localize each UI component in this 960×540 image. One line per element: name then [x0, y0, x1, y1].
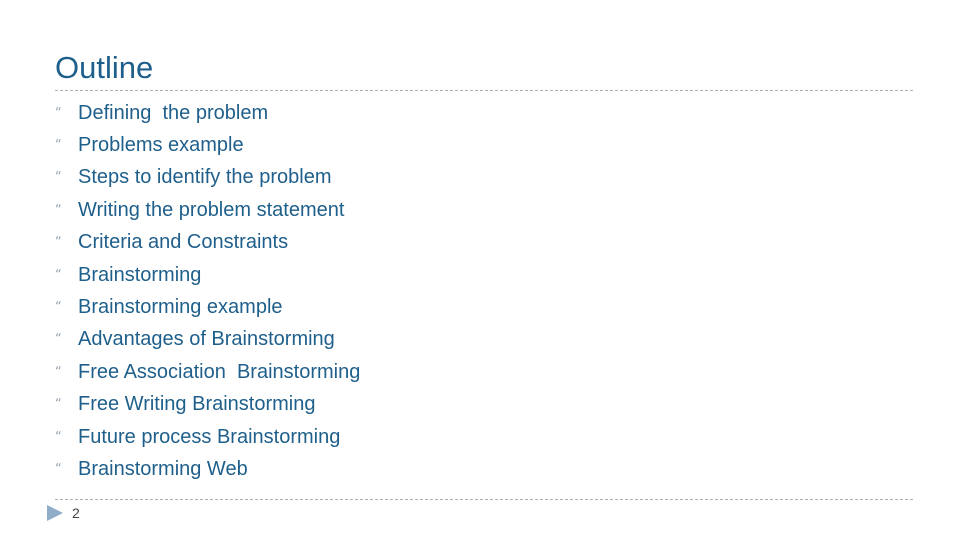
list-item-label: Writing the problem statement	[78, 198, 345, 221]
list-item: “ Free Association Brainstorming	[55, 356, 360, 388]
list-item: “ Free Writing Brainstorming	[55, 389, 360, 421]
page-number: 2	[72, 505, 80, 521]
quote-bullet-icon: “	[55, 332, 62, 348]
title-divider	[55, 90, 913, 91]
triangle-arrow-icon	[47, 505, 63, 521]
list-item: “ Defining the problem	[55, 97, 360, 129]
list-item-label: Brainstorming	[78, 263, 202, 286]
footer-divider	[55, 499, 913, 500]
quote-bullet-icon: “	[55, 267, 62, 283]
list-item-label: Free Writing Brainstorming	[78, 393, 316, 416]
quote-bullet-icon: “	[55, 105, 62, 121]
list-item-label: Criteria and Constraints	[78, 231, 289, 254]
quote-bullet-icon: “	[55, 429, 62, 445]
list-item: “ Future process Brainstorming	[55, 421, 360, 453]
list-item: “ Brainstorming Web	[55, 453, 360, 485]
list-item-label: Problems example	[78, 134, 244, 157]
list-item: “ Writing the problem statement	[55, 194, 360, 226]
list-item: “ Brainstorming example	[55, 291, 360, 323]
quote-bullet-icon: “	[55, 235, 62, 251]
quote-bullet-icon: “	[55, 170, 62, 186]
list-item-label: Steps to identify the problem	[78, 166, 332, 189]
slide-title: Outline	[55, 50, 154, 85]
list-item: “ Brainstorming	[55, 259, 360, 291]
list-item-label: Brainstorming Web	[78, 457, 248, 480]
quote-bullet-icon: “	[55, 202, 62, 218]
quote-bullet-icon: “	[55, 300, 62, 316]
list-item: “ Advantages of Brainstorming	[55, 324, 360, 356]
quote-bullet-icon: “	[55, 138, 62, 154]
list-item-label: Advantages of Brainstorming	[78, 328, 335, 351]
quote-bullet-icon: “	[55, 364, 62, 380]
outline-list: “Defining the problem “Problems example …	[55, 97, 360, 486]
list-item: “ Criteria and Constraints	[55, 227, 360, 259]
list-item-label: Free Association Brainstorming	[78, 360, 361, 383]
list-item: “ Problems example	[55, 129, 360, 161]
quote-bullet-icon: “	[55, 461, 62, 477]
list-item: “ Steps to identify the problem	[55, 162, 360, 194]
list-item-label: Defining the problem	[78, 101, 269, 124]
quote-bullet-icon: “	[55, 397, 62, 413]
list-item-label: Future process Brainstorming	[78, 425, 341, 448]
list-item-label: Brainstorming example	[78, 296, 283, 319]
